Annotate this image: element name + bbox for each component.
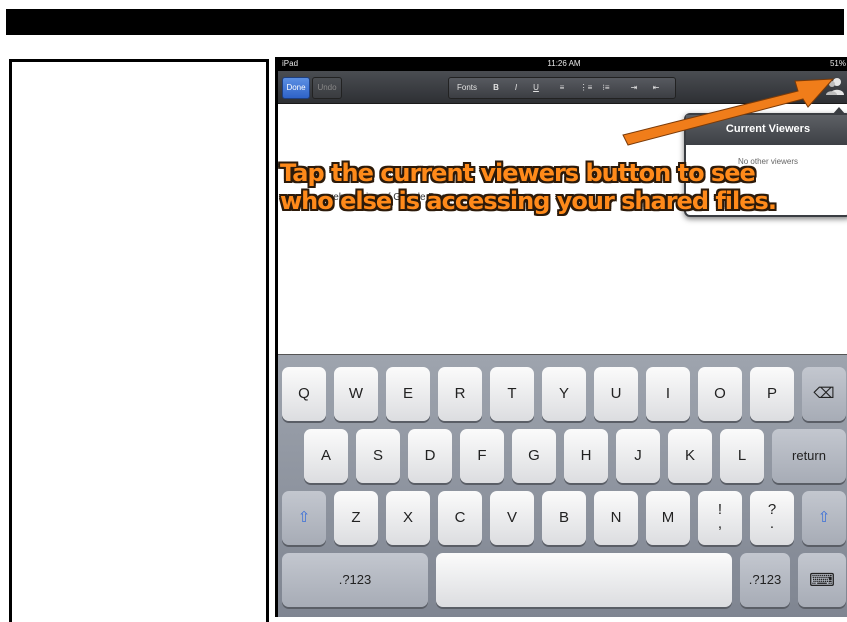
align-button[interactable]: ≡ <box>553 78 571 98</box>
numbers-key-left[interactable]: .?123 <box>282 553 428 607</box>
numbered-list-button[interactable]: ⋮≡ <box>577 78 595 98</box>
bold-button[interactable]: B <box>487 78 505 98</box>
onscreen-keyboard: Q W E R T Y U I O P ⌫ A S D F G H J K L … <box>278 354 847 617</box>
key-c[interactable]: C <box>438 491 482 545</box>
annotation-line-2: who else is accessing your shared files. <box>280 187 777 215</box>
done-button[interactable]: Done <box>282 77 310 99</box>
fonts-button[interactable]: Fonts <box>453 78 481 98</box>
popover-pointer <box>832 107 846 115</box>
bulleted-list-button[interactable]: ⁝≡ <box>597 78 615 98</box>
space-bar[interactable] <box>436 553 732 607</box>
people-icon <box>826 78 844 95</box>
key-d[interactable]: D <box>408 429 452 483</box>
key-j[interactable]: J <box>616 429 660 483</box>
hide-keyboard-key[interactable]: ⌨ <box>798 553 846 607</box>
annotation-line-1: Tap the current viewers button to see <box>280 159 756 187</box>
key-p[interactable]: P <box>750 367 794 421</box>
key-g[interactable]: G <box>512 429 556 483</box>
editor-toolbar: Done Undo Fonts B I U ≡ ⋮≡ ⁝≡ ⇥ ⇤ <box>278 71 847 104</box>
status-bar: iPad 11:26 AM 51% <box>278 57 847 71</box>
key-v[interactable]: V <box>490 491 534 545</box>
key-comma-bottom: , <box>717 515 723 532</box>
popover-title: Current Viewers <box>686 115 847 145</box>
return-key[interactable]: return <box>772 429 846 483</box>
format-button-group: Fonts B I U ≡ ⋮≡ ⁝≡ ⇥ ⇤ <box>448 77 676 99</box>
key-x[interactable]: X <box>386 491 430 545</box>
top-black-bar <box>6 9 844 35</box>
key-u[interactable]: U <box>594 367 638 421</box>
key-e[interactable]: E <box>386 367 430 421</box>
key-m[interactable]: M <box>646 491 690 545</box>
left-blank-panel <box>9 59 269 622</box>
shift-key-left[interactable]: ⇧ <box>282 491 326 545</box>
key-f[interactable]: F <box>460 429 504 483</box>
key-r[interactable]: R <box>438 367 482 421</box>
key-t[interactable]: T <box>490 367 534 421</box>
key-i[interactable]: I <box>646 367 690 421</box>
italic-button[interactable]: I <box>507 78 525 98</box>
key-w[interactable]: W <box>334 367 378 421</box>
ipad-screenshot: iPad 11:26 AM 51% Done Undo Fonts B I U … <box>275 57 847 617</box>
undo-button[interactable]: Undo <box>312 77 342 99</box>
key-period-bottom: . <box>769 515 775 532</box>
outdent-button[interactable]: ⇤ <box>647 78 665 98</box>
key-q[interactable]: Q <box>282 367 326 421</box>
key-y[interactable]: Y <box>542 367 586 421</box>
backspace-key[interactable]: ⌫ <box>802 367 846 421</box>
key-a[interactable]: A <box>304 429 348 483</box>
current-viewers-button[interactable] <box>824 75 846 97</box>
shift-key-right[interactable]: ⇧ <box>802 491 846 545</box>
tutorial-annotation: Tap the current viewers button to see wh… <box>280 159 777 215</box>
key-exclaim-comma[interactable]: ! , <box>698 491 742 545</box>
key-question-period[interactable]: ? . <box>750 491 794 545</box>
key-s[interactable]: S <box>356 429 400 483</box>
key-n[interactable]: N <box>594 491 638 545</box>
clock: 11:26 AM <box>547 59 581 68</box>
key-l[interactable]: L <box>720 429 764 483</box>
numbers-key-right[interactable]: .?123 <box>740 553 790 607</box>
key-z[interactable]: Z <box>334 491 378 545</box>
key-o[interactable]: O <box>698 367 742 421</box>
key-b[interactable]: B <box>542 491 586 545</box>
key-k[interactable]: K <box>668 429 712 483</box>
key-h[interactable]: H <box>564 429 608 483</box>
underline-button[interactable]: U <box>527 78 545 98</box>
indent-button[interactable]: ⇥ <box>625 78 643 98</box>
battery-label: 51% <box>829 59 846 68</box>
